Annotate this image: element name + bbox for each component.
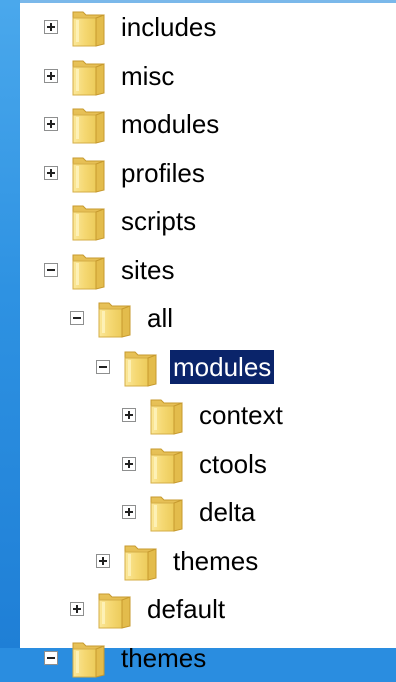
tree-row-profiles[interactable]: profiles (44, 149, 208, 197)
tree-row-misc[interactable]: misc (44, 52, 177, 100)
folder-icon (72, 108, 105, 144)
no-toggle-spacer (44, 214, 58, 228)
expand-icon[interactable] (96, 553, 110, 568)
folder-label[interactable]: all (144, 301, 176, 335)
folder-icon (72, 60, 105, 96)
desktop-background (0, 0, 20, 648)
folder-icon (150, 399, 183, 435)
folder-icon (98, 302, 131, 338)
expand-icon[interactable] (44, 165, 58, 180)
tree-row-modules[interactable]: modules (96, 343, 275, 391)
folder-icon (72, 254, 105, 290)
tree-row-scripts[interactable]: scripts (44, 197, 199, 245)
folder-label[interactable]: themes (118, 641, 209, 675)
folder-icon (124, 351, 157, 387)
folder-icon (150, 496, 183, 532)
folder-icon (72, 11, 105, 47)
tree-row-modules[interactable]: modules (44, 100, 222, 148)
folder-label[interactable]: delta (196, 495, 258, 529)
collapse-icon[interactable] (96, 359, 110, 374)
expand-icon[interactable] (122, 505, 136, 519)
folder-label[interactable]: default (144, 592, 228, 626)
tree-row-ctools[interactable]: ctools (122, 440, 270, 488)
expand-icon[interactable] (44, 117, 58, 131)
collapse-icon[interactable] (44, 650, 58, 665)
tree-row-themes[interactable]: themes (44, 634, 209, 682)
folder-label[interactable]: profiles (118, 156, 208, 190)
expand-icon[interactable] (44, 20, 58, 34)
tree-row-includes[interactable]: includes (44, 3, 219, 51)
folder-icon (150, 448, 183, 484)
tree-row-sites[interactable]: sites (44, 246, 177, 294)
expand-icon[interactable] (44, 68, 58, 83)
collapse-icon[interactable] (70, 311, 84, 325)
tree-row-themes[interactable]: themes (96, 537, 261, 585)
folder-icon (98, 593, 131, 629)
folder-label[interactable]: scripts (118, 204, 199, 238)
expand-icon[interactable] (122, 408, 136, 422)
folder-label[interactable]: sites (118, 253, 177, 287)
folder-label[interactable]: includes (118, 10, 219, 44)
folder-label[interactable]: misc (118, 59, 177, 93)
folder-label[interactable]: ctools (196, 447, 270, 481)
folder-label[interactable]: modules (170, 349, 275, 384)
collapse-icon[interactable] (44, 262, 58, 277)
folder-label[interactable]: modules (118, 107, 222, 141)
folder-icon (72, 157, 105, 193)
folder-icon (72, 205, 105, 241)
tree-row-all[interactable]: all (70, 294, 176, 342)
expand-icon[interactable] (70, 602, 84, 616)
expand-icon[interactable] (122, 456, 136, 471)
folder-icon (72, 642, 105, 678)
folder-icon (124, 545, 157, 581)
tree-row-default[interactable]: default (70, 585, 228, 633)
tree-row-delta[interactable]: delta (122, 488, 258, 536)
folder-label[interactable]: context (196, 398, 286, 432)
folder-label[interactable]: themes (170, 544, 261, 578)
tree-row-context[interactable]: context (122, 391, 286, 439)
